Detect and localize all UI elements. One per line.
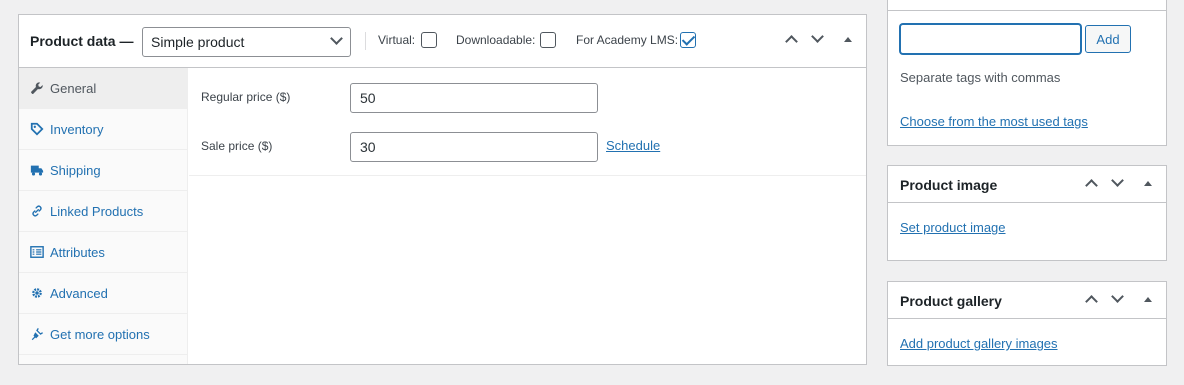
collapse-toggle-button[interactable] [1137, 289, 1159, 311]
triangle-up-icon [844, 37, 852, 42]
tag-icon [30, 122, 44, 136]
triangle-up-icon [1144, 181, 1152, 186]
collapse-toggle-button[interactable] [837, 29, 859, 51]
product-tags-box: Add Separate tags with commas Choose fro… [887, 0, 1167, 146]
product-data-metabox: Product data — Simple product Virtual: D… [18, 14, 867, 365]
link-icon [32, 205, 42, 217]
tab-label: Get more options [50, 327, 150, 342]
add-gallery-images-link[interactable]: Add product gallery images [900, 336, 1058, 351]
collapse-toggle-button[interactable] [1137, 173, 1159, 195]
product-data-title: Product data — [30, 33, 134, 49]
tab-label: Advanced [50, 286, 108, 301]
schedule-link[interactable]: Schedule [606, 138, 660, 153]
tab-shipping[interactable]: Shipping [19, 150, 187, 191]
tab-label: Attributes [50, 245, 105, 260]
chevron-up-icon [785, 35, 798, 48]
product-type-select[interactable]: Simple product [142, 27, 351, 57]
tab-inventory[interactable]: Inventory [19, 109, 187, 150]
tab-advanced[interactable]: Advanced [19, 273, 187, 314]
regular-price-label: Regular price ($) [201, 90, 291, 104]
chevron-down-icon [811, 30, 824, 43]
chevron-up-icon [1085, 179, 1098, 192]
move-down-button[interactable] [1107, 173, 1129, 195]
tab-label: Inventory [50, 122, 104, 137]
tab-attributes[interactable]: Attributes [19, 232, 187, 273]
product-gallery-title: Product gallery [900, 293, 1002, 309]
product-image-box: Product image Set product image [887, 165, 1167, 261]
divider [888, 10, 1166, 11]
product-type-value: Simple product [151, 34, 245, 50]
move-up-button[interactable] [1081, 289, 1103, 311]
tab-general[interactable]: General [19, 68, 187, 109]
tags-help-text: Separate tags with commas [900, 70, 1061, 85]
product-data-tabs: General Inventory Shipping Linked Produc… [19, 68, 188, 364]
tab-label: Linked Products [50, 204, 144, 219]
tab-get-more-options[interactable]: Get more options [19, 314, 187, 355]
truck-icon [30, 165, 44, 176]
chevron-down-icon [330, 32, 343, 45]
virtual-label: Virtual: [378, 33, 416, 47]
product-image-title: Product image [900, 177, 998, 193]
move-down-button[interactable] [807, 29, 829, 51]
list-icon [30, 246, 44, 258]
set-product-image-link[interactable]: Set product image [900, 220, 1006, 235]
regular-price-input[interactable] [350, 83, 598, 113]
product-gallery-header: Product gallery [888, 282, 1166, 319]
choose-tags-link[interactable]: Choose from the most used tags [900, 114, 1088, 129]
sale-price-input[interactable] [350, 132, 598, 162]
triangle-up-icon [1144, 297, 1152, 302]
virtual-checkbox[interactable] [421, 32, 437, 48]
tab-linked-products[interactable]: Linked Products [19, 191, 187, 232]
academy-lms-label: For Academy LMS: [576, 33, 679, 47]
general-panel: Regular price ($) Sale price ($) Schedul… [189, 68, 866, 176]
tab-label: General [50, 81, 97, 96]
tag-input[interactable] [900, 24, 1081, 54]
divider [365, 32, 366, 50]
chevron-up-icon [1085, 295, 1098, 308]
downloadable-checkbox[interactable] [540, 32, 556, 48]
product-image-header: Product image [888, 166, 1166, 203]
plugin-icon [31, 327, 44, 341]
gear-icon [32, 288, 42, 298]
move-down-button[interactable] [1107, 289, 1129, 311]
move-up-button[interactable] [1081, 173, 1103, 195]
academy-lms-checkbox[interactable] [680, 32, 696, 48]
sale-price-label: Sale price ($) [201, 139, 273, 153]
downloadable-label: Downloadable: [456, 33, 536, 47]
wrench-icon [31, 82, 43, 94]
product-gallery-box: Product gallery Add product gallery imag… [887, 281, 1167, 366]
tab-label: Shipping [50, 163, 101, 178]
move-up-button[interactable] [781, 29, 803, 51]
chevron-down-icon [1111, 290, 1124, 303]
product-data-header: Product data — Simple product Virtual: D… [19, 15, 866, 68]
chevron-down-icon [1111, 174, 1124, 187]
add-tag-button[interactable]: Add [1085, 25, 1131, 53]
